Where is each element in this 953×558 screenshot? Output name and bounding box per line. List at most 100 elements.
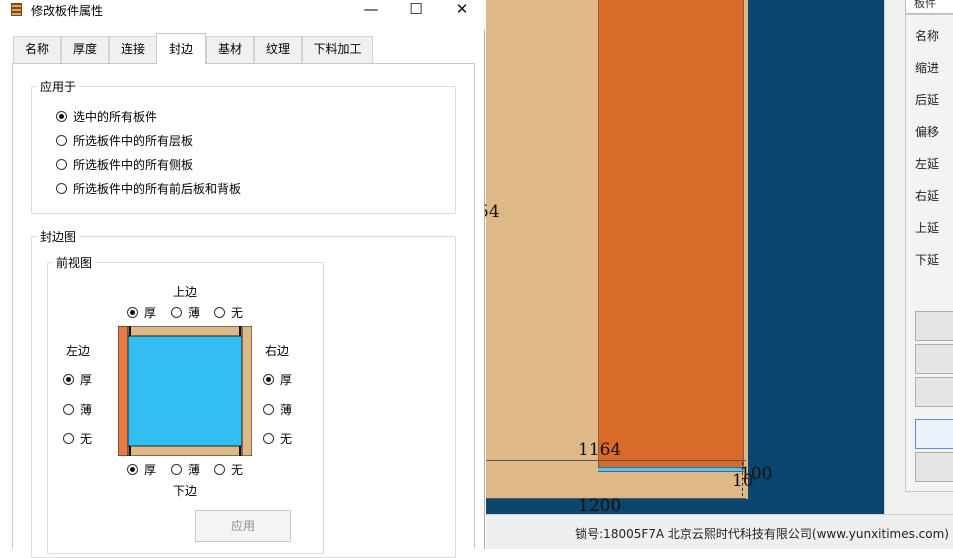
bottom-edge-thick[interactable]: 厚 <box>127 461 156 478</box>
radio-icon[interactable] <box>63 404 74 415</box>
radio-icon[interactable] <box>56 135 67 146</box>
radio-icon[interactable] <box>56 159 67 170</box>
bottom-edge-band <box>118 445 252 456</box>
maximize-button[interactable]: ☐ <box>393 0 439 20</box>
radio-label: 厚 <box>144 306 157 320</box>
orange-side-panel <box>598 0 744 467</box>
radio-label: 无 <box>231 306 244 320</box>
property-label-offset: 偏移 <box>915 125 940 139</box>
left-edge-thin[interactable]: 薄 <box>63 401 92 418</box>
top-edge-band <box>118 326 252 337</box>
property-panel-tab[interactable]: 板件 <box>905 0 953 14</box>
tan-panel-left <box>486 0 598 461</box>
bottom-edge-none[interactable]: 无 <box>214 461 243 478</box>
tab-cutting-processing[interactable]: 下料加工 <box>302 36 373 63</box>
property-label-bottom-extend: 下延 <box>915 253 940 267</box>
edit-panel-properties-dialog: 修改板件属性 — ☐ ✕ 名称 厚度 连接 封边 基材 纹理 下料加工 应用于 … <box>0 0 485 558</box>
top-edge-label: 上边 <box>173 285 198 299</box>
radio-icon[interactable] <box>63 374 74 385</box>
radio-label: 薄 <box>280 403 293 417</box>
radio-icon[interactable] <box>127 307 138 318</box>
window-title: 修改板件属性 <box>31 4 104 18</box>
radio-label: 所选板件中的所有侧板 <box>73 158 194 172</box>
right-edge-label: 右边 <box>265 344 290 358</box>
radio-icon[interactable] <box>56 183 67 194</box>
status-text: 锁号:18005F7A 北京云熙时代科技有限公司(www.yunxitimes.… <box>575 527 949 541</box>
front-view-legend: 前视图 <box>56 256 93 270</box>
property-button-focused[interactable] <box>915 419 953 449</box>
right-edge-thick[interactable]: 厚 <box>263 371 292 388</box>
property-label-name: 名称 <box>915 29 940 43</box>
bottom-edge-thin[interactable]: 薄 <box>171 461 200 478</box>
radio-label: 所选板件中的所有层板 <box>73 134 194 148</box>
radio-label: 选中的所有板件 <box>73 110 158 124</box>
tab-name[interactable]: 名称 <box>13 36 61 63</box>
dimension-label-1200: 1200 <box>578 496 622 516</box>
radio-icon[interactable] <box>171 307 182 318</box>
tab-thickness[interactable]: 厚度 <box>61 36 109 63</box>
radio-label: 无 <box>280 432 293 446</box>
property-button[interactable] <box>915 377 953 407</box>
radio-label: 所选板件中的所有前后板和背板 <box>73 182 242 196</box>
left-edge-thick[interactable]: 厚 <box>63 371 92 388</box>
top-edge-thin[interactable]: 薄 <box>171 304 200 321</box>
apply-to-legend: 应用于 <box>40 80 77 94</box>
right-edge-band <box>241 326 252 456</box>
radio-icon[interactable] <box>214 307 225 318</box>
top-edge-thick[interactable]: 厚 <box>127 304 156 321</box>
radio-icon[interactable] <box>171 464 182 475</box>
edge-banding-diagram <box>118 326 252 456</box>
radio-label: 无 <box>80 432 93 446</box>
radio-label: 薄 <box>80 403 93 417</box>
radio-label: 薄 <box>188 463 201 477</box>
radio-label: 厚 <box>144 463 157 477</box>
property-label-indent: 缩进 <box>915 61 940 75</box>
navy-back-panel <box>748 0 878 514</box>
apply-option-front-back-panels[interactable]: 所选板件中的所有前后板和背板 <box>56 180 241 197</box>
left-edge-label: 左边 <box>66 344 91 358</box>
dimension-line <box>486 460 746 461</box>
minimize-button[interactable]: — <box>348 0 394 20</box>
close-button[interactable]: ✕ <box>439 0 485 20</box>
radio-label: 厚 <box>80 373 93 387</box>
radio-icon[interactable] <box>127 464 138 475</box>
tab-texture[interactable]: 纹理 <box>254 36 302 63</box>
property-label-left-extend: 左延 <box>915 157 940 171</box>
left-edge-band <box>118 326 129 456</box>
property-button[interactable] <box>915 311 953 341</box>
radio-icon[interactable] <box>214 464 225 475</box>
radio-label: 厚 <box>280 373 293 387</box>
right-edge-none[interactable]: 无 <box>263 430 292 447</box>
dimension-label-10: 10 <box>732 471 754 491</box>
edge-map-legend: 封边图 <box>40 230 77 244</box>
radio-icon[interactable] <box>263 374 274 385</box>
radio-icon[interactable] <box>263 433 274 444</box>
apply-option-selected-panels[interactable]: 选中的所有板件 <box>56 108 157 125</box>
app-icon <box>11 3 22 16</box>
title-bar[interactable]: 修改板件属性 — ☐ ✕ <box>0 0 485 30</box>
top-edge-none[interactable]: 无 <box>214 304 243 321</box>
tab-content: 应用于 选中的所有板件 所选板件中的所有层板 所选板件中的所有侧板 所选板件中的… <box>12 63 475 558</box>
property-button[interactable] <box>915 452 953 482</box>
panel-face <box>118 326 252 456</box>
left-edge-none[interactable]: 无 <box>63 430 92 447</box>
status-bar: 锁号:18005F7A 北京云熙时代科技有限公司(www.yunxitimes.… <box>486 514 953 549</box>
tab-base-material[interactable]: 基材 <box>206 36 254 63</box>
property-button[interactable] <box>915 344 953 374</box>
radio-icon[interactable] <box>56 111 67 122</box>
bottom-edge-label: 下边 <box>173 484 198 498</box>
property-label-right-extend: 右延 <box>915 189 940 203</box>
radio-icon[interactable] <box>263 404 274 415</box>
radio-icon[interactable] <box>63 433 74 444</box>
light-blue-shelf <box>598 467 744 472</box>
property-label-back-extend: 后延 <box>915 93 940 107</box>
apply-option-shelves[interactable]: 所选板件中的所有层板 <box>56 132 193 149</box>
tab-connection[interactable]: 连接 <box>109 36 157 63</box>
tab-edge-banding[interactable]: 封边 <box>156 33 206 64</box>
right-edge-thin[interactable]: 薄 <box>263 401 292 418</box>
apply-option-side-panels[interactable]: 所选板件中的所有侧板 <box>56 156 193 173</box>
radio-label: 薄 <box>188 306 201 320</box>
property-label-top-extend: 上延 <box>915 221 940 235</box>
apply-button[interactable]: 应用 <box>195 510 291 542</box>
radio-label: 无 <box>231 463 244 477</box>
